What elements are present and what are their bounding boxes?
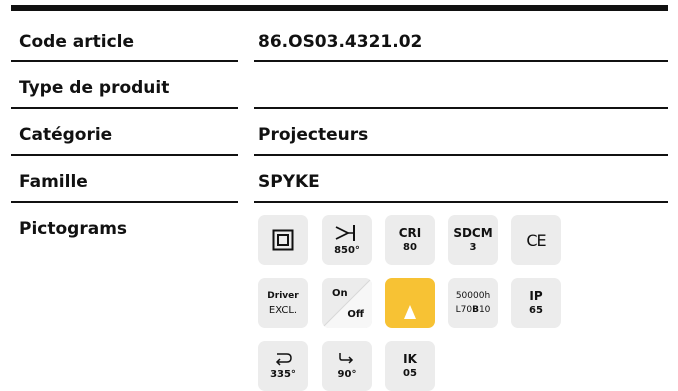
- divider-left-2: [11, 107, 238, 109]
- pictogram-ce: CE: [511, 215, 561, 265]
- pictogram-sdcm: SDCM 3: [448, 215, 498, 265]
- top-border: [11, 5, 668, 11]
- label-categorie: Catégorie: [19, 125, 113, 145]
- divider-left-3: [11, 154, 238, 156]
- rotation-arrow-icon: [275, 353, 292, 366]
- divider-left-4: [11, 201, 238, 203]
- lifetime-hours: 50000h: [455, 291, 491, 301]
- cri-title: CRI: [398, 226, 422, 240]
- label-code-article: Code article: [19, 32, 135, 52]
- label-famille: Famille: [19, 172, 88, 192]
- beam-angle-icon: [335, 225, 355, 241]
- tilt-arrow-icon: [339, 353, 354, 364]
- light-cone-icon: [404, 305, 416, 319]
- pictogram-ik: IK 05: [385, 341, 435, 391]
- beam-angle-value: 850°: [334, 245, 360, 256]
- pictogram-class-ii: [258, 215, 308, 265]
- sdcm-title: SDCM: [453, 226, 493, 240]
- pictogram-beam-angle: 850°: [322, 215, 372, 265]
- cri-value: 80: [403, 242, 417, 253]
- lifetime-suffix: 10: [478, 305, 491, 315]
- pictogram-on-off: On Off: [322, 278, 372, 328]
- pictogram-cri: CRI 80: [385, 215, 435, 265]
- on-label: On: [332, 288, 348, 299]
- pictogram-lifetime: 50000h L70B10: [448, 278, 498, 328]
- pictogram-rotation: 335°: [258, 341, 308, 391]
- value-famille: SPYKE: [258, 172, 320, 192]
- ce-mark-icon: CE: [526, 230, 546, 250]
- label-pictograms: Pictograms: [19, 219, 128, 239]
- pictogram-ip: IP 65: [511, 278, 561, 328]
- ik-title: IK: [403, 352, 417, 366]
- tilt-value: 90°: [337, 369, 357, 380]
- off-label: Off: [347, 309, 364, 320]
- divider-right-2: [254, 107, 668, 109]
- double-square-icon: [272, 229, 294, 251]
- pictogram-tilt: 90°: [322, 341, 372, 391]
- divider-right-3: [254, 154, 668, 156]
- ip-title: IP: [529, 289, 543, 303]
- driver-value: EXCL.: [268, 305, 298, 316]
- divider-left-1: [11, 60, 238, 62]
- value-code-article: 86.OS03.4321.02: [258, 32, 423, 52]
- ip-value: 65: [529, 305, 543, 316]
- value-categorie: Projecteurs: [258, 125, 369, 145]
- divider-right-4: [254, 201, 668, 203]
- sdcm-value: 3: [469, 242, 477, 253]
- lifetime-b: B: [472, 305, 479, 315]
- pictogram-driver: Driver EXCL.: [258, 278, 308, 328]
- label-type-de-produit: Type de produit: [19, 78, 170, 98]
- driver-title: Driver: [267, 291, 299, 301]
- diagonal-icon: [322, 278, 372, 328]
- divider-right-1: [254, 60, 668, 62]
- rotation-value: 335°: [270, 369, 296, 380]
- lifetime-prefix: L70: [455, 305, 473, 315]
- lifetime-rating: L70B10: [456, 304, 491, 316]
- pictogram-color: [385, 278, 435, 328]
- ik-value: 05: [403, 368, 417, 379]
